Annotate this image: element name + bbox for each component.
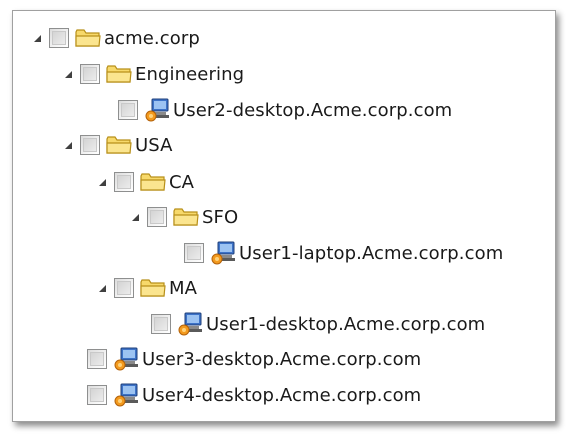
computer-icon [177, 312, 203, 336]
tree-panel: acme.corp Engineering User2-desktop.Acme… [12, 10, 556, 422]
node-label: User4-desktop.Acme.corp.com [142, 384, 422, 406]
computer-icon [144, 98, 170, 122]
computer-icon [210, 241, 236, 265]
node-label: User2-desktop.Acme.corp.com [173, 99, 453, 121]
node-label: acme.corp [104, 27, 200, 49]
expanded-triangle-icon[interactable] [129, 211, 141, 223]
checkbox[interactable] [118, 100, 138, 120]
tree-node-user2-desktop[interactable]: User2-desktop.Acme.corp.com [100, 94, 452, 126]
folder-icon [173, 205, 199, 229]
node-label: MA [169, 277, 198, 299]
expanded-triangle-icon[interactable] [62, 68, 74, 80]
expanded-triangle-icon[interactable] [62, 139, 74, 151]
expanded-triangle-icon[interactable] [31, 32, 43, 44]
checkbox[interactable] [184, 243, 204, 263]
node-label: User1-laptop.Acme.corp.com [239, 242, 504, 264]
computer-icon [113, 347, 139, 371]
tree-node-ca[interactable]: CA [96, 166, 194, 198]
tree-node-ma[interactable]: MA [96, 272, 197, 304]
checkbox[interactable] [80, 135, 100, 155]
node-label: SFO [202, 206, 239, 228]
tree-node-sfo[interactable]: SFO [129, 201, 238, 233]
checkbox[interactable] [151, 314, 171, 334]
checkbox[interactable] [80, 64, 100, 84]
tree-node-acme-corp[interactable]: acme.corp [31, 22, 200, 54]
tree-node-user4-desktop[interactable]: User4-desktop.Acme.corp.com [69, 379, 421, 411]
folder-icon [106, 133, 132, 157]
domain-tree: acme.corp Engineering User2-desktop.Acme… [13, 11, 555, 421]
expanded-triangle-icon[interactable] [96, 282, 108, 294]
checkbox[interactable] [114, 172, 134, 192]
checkbox[interactable] [87, 349, 107, 369]
checkbox[interactable] [114, 278, 134, 298]
folder-icon [140, 170, 166, 194]
checkbox[interactable] [147, 207, 167, 227]
tree-node-user1-laptop[interactable]: User1-laptop.Acme.corp.com [166, 237, 503, 269]
node-label: User1-desktop.Acme.corp.com [206, 313, 486, 335]
node-label: USA [135, 134, 173, 156]
node-label: User3-desktop.Acme.corp.com [142, 348, 422, 370]
folder-icon [106, 62, 132, 86]
tree-node-usa[interactable]: USA [62, 129, 173, 161]
node-label: CA [169, 171, 195, 193]
tree-node-engineering[interactable]: Engineering [62, 58, 244, 90]
expanded-triangle-icon[interactable] [96, 176, 108, 188]
folder-icon [140, 276, 166, 300]
tree-node-user3-desktop[interactable]: User3-desktop.Acme.corp.com [69, 343, 421, 375]
folder-icon [75, 26, 101, 50]
node-label: Engineering [135, 63, 245, 85]
checkbox[interactable] [87, 385, 107, 405]
tree-node-user1-desktop[interactable]: User1-desktop.Acme.corp.com [133, 308, 485, 340]
checkbox[interactable] [49, 28, 69, 48]
computer-icon [113, 383, 139, 407]
